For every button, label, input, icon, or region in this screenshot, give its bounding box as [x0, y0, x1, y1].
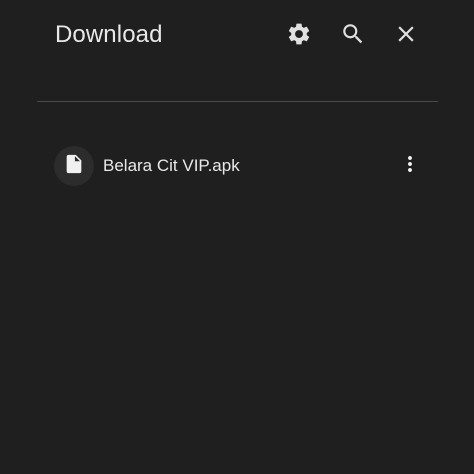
header-divider — [37, 101, 438, 102]
file-icon-container — [54, 146, 94, 186]
page-title: Download — [55, 21, 163, 48]
close-icon — [393, 21, 419, 47]
gear-icon — [286, 21, 312, 47]
file-icon — [63, 153, 85, 180]
settings-button[interactable] — [283, 18, 315, 50]
close-button[interactable] — [390, 18, 422, 50]
file-name: Belara Cit VIP.apk — [103, 156, 240, 175]
search-button[interactable] — [337, 18, 369, 50]
more-vertical-icon — [398, 152, 422, 181]
download-panel: Download Belara Cit VIP.apk — [0, 0, 474, 474]
more-options-button[interactable] — [396, 152, 424, 180]
download-item[interactable]: Belara Cit VIP.apk — [37, 140, 438, 192]
search-icon — [340, 21, 366, 47]
